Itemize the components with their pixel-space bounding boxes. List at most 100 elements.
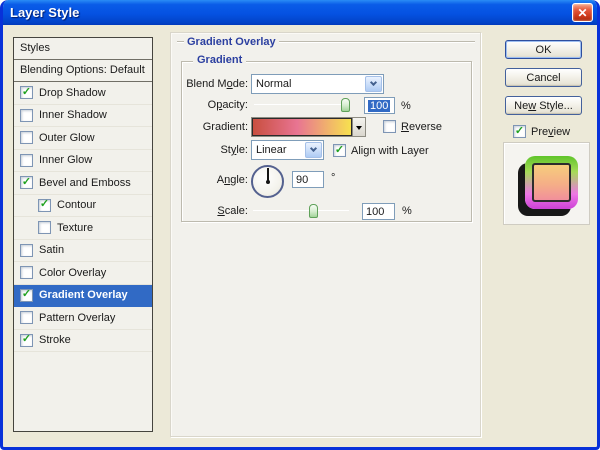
angle-hub — [266, 180, 270, 184]
gradient-label: Gradient: — [171, 121, 248, 133]
sidebar-item-label: Texture — [57, 222, 93, 234]
panel-title-row: Gradient Overlay — [177, 36, 475, 48]
style-preview-thumbnail — [503, 142, 590, 225]
opacity-slider-thumb[interactable] — [341, 98, 350, 112]
blend-mode-label: Blend Mode: — [171, 78, 248, 90]
sidebar-item-inner-glow[interactable]: Inner Glow — [14, 150, 152, 173]
preview-checkbox[interactable]: ✓ — [513, 125, 526, 138]
ok-button[interactable]: OK — [505, 40, 582, 59]
check-icon: ✓ — [22, 289, 31, 300]
style-label: Style: — [171, 144, 248, 156]
align-with-layer-checkbox[interactable]: ✓ — [333, 144, 346, 157]
scale-value: 100 — [366, 206, 384, 218]
opacity-unit: % — [401, 100, 411, 112]
close-button[interactable]: ✕ — [572, 3, 593, 22]
gradient-overlay-panel: Gradient Overlay Gradient Blend Mode: No… — [170, 32, 481, 437]
checkbox[interactable]: ✓ — [20, 176, 33, 189]
checkbox[interactable]: ✓ — [20, 86, 33, 99]
sidebar-item-label: Inner Glow — [39, 154, 92, 166]
blend-mode-select[interactable]: Normal — [251, 74, 384, 94]
check-icon: ✓ — [515, 126, 524, 137]
sidebar-item-label: Inner Shadow — [39, 109, 107, 121]
sidebar-item-outer-glow[interactable]: Outer Glow — [14, 127, 152, 150]
sidebar-item-drop-shadow[interactable]: ✓ Drop Shadow — [14, 82, 152, 105]
checkbox[interactable] — [20, 109, 33, 122]
opacity-label: Opacity: — [171, 99, 248, 111]
new-style-button[interactable]: New Style... — [505, 96, 582, 115]
checkbox[interactable] — [20, 244, 33, 257]
gradient-preview-fill — [532, 163, 571, 202]
angle-unit: ° — [331, 172, 335, 184]
scale-unit: % — [402, 205, 412, 217]
align-with-layer-row[interactable]: ✓ Align with Layer — [333, 144, 429, 157]
angle-dial[interactable] — [251, 165, 284, 198]
group-title: Gradient — [193, 54, 246, 66]
checkbox[interactable] — [20, 266, 33, 279]
blend-mode-value: Normal — [252, 78, 364, 90]
preview-checkbox-row[interactable]: ✓ Preview — [513, 125, 570, 138]
divider — [279, 41, 475, 43]
reverse-label: Reverse — [401, 121, 442, 133]
scale-input[interactable]: 100 — [362, 203, 395, 220]
cancel-button[interactable]: Cancel — [505, 68, 582, 87]
scale-slider[interactable] — [253, 204, 349, 218]
sidebar-item-contour[interactable]: ✓ Contour — [14, 195, 152, 218]
scale-slider-thumb[interactable] — [309, 204, 318, 218]
checkbox[interactable] — [20, 131, 33, 144]
opacity-value: 100 — [368, 100, 390, 112]
style-select[interactable]: Linear — [251, 140, 324, 160]
check-icon: ✓ — [335, 145, 344, 156]
checkbox[interactable]: ✓ — [20, 334, 33, 347]
check-icon: ✓ — [40, 199, 49, 210]
sidebar-item-styles[interactable]: Styles — [14, 38, 152, 60]
close-icon: ✕ — [577, 6, 587, 20]
sidebar-item-color-overlay[interactable]: Color Overlay — [14, 262, 152, 285]
sidebar-item-label: Contour — [57, 199, 96, 211]
panel-title: Gradient Overlay — [187, 36, 276, 48]
sidebar-item-label: Drop Shadow — [39, 87, 106, 99]
sidebar-item-label: Bevel and Emboss — [39, 177, 131, 189]
sidebar-item-satin[interactable]: Satin — [14, 240, 152, 263]
sidebar-item-label: Gradient Overlay — [39, 289, 128, 301]
angle-input[interactable]: 90 — [292, 171, 324, 188]
preview-label: Preview — [531, 126, 570, 138]
checkbox[interactable] — [38, 221, 51, 234]
sidebar-item-label: Outer Glow — [39, 132, 95, 144]
reverse-checkbox[interactable] — [383, 120, 396, 133]
gradient-picker[interactable] — [251, 117, 366, 137]
title-bar[interactable]: Layer Style ✕ — [3, 0, 597, 25]
sidebar-item-label: Stroke — [39, 334, 71, 346]
chevron-down-icon[interactable] — [365, 76, 382, 92]
checkbox[interactable]: ✓ — [38, 199, 51, 212]
sidebar-item-label: Color Overlay — [39, 267, 106, 279]
gradient-swatch[interactable] — [252, 118, 352, 136]
check-icon: ✓ — [22, 334, 31, 345]
sidebar-item-bevel-and-emboss[interactable]: ✓ Bevel and Emboss — [14, 172, 152, 195]
checkbox[interactable]: ✓ — [20, 289, 33, 302]
slider-track — [253, 210, 349, 211]
slider-track — [254, 104, 350, 105]
gradient-preview-art — [525, 156, 578, 209]
sidebar-item-gradient-overlay[interactable]: ✓ Gradient Overlay — [14, 285, 152, 308]
divider — [177, 41, 184, 43]
sidebar-item-pattern-overlay[interactable]: Pattern Overlay — [14, 307, 152, 330]
sidebar-item-stroke[interactable]: ✓ Stroke — [14, 330, 152, 353]
scale-label: Scale: — [171, 205, 248, 217]
chevron-down-icon[interactable] — [305, 142, 322, 158]
sidebar-item-texture[interactable]: Texture — [14, 217, 152, 240]
reverse-checkbox-row[interactable]: Reverse — [383, 120, 442, 133]
triangle-down-icon — [356, 126, 362, 133]
opacity-slider[interactable] — [254, 98, 350, 112]
angle-label: Angle: — [171, 174, 248, 186]
check-icon: ✓ — [22, 87, 31, 98]
checkbox[interactable] — [20, 311, 33, 324]
sidebar-item-blending-options[interactable]: Blending Options: Default — [14, 60, 152, 82]
checkbox[interactable] — [20, 154, 33, 167]
window-title: Layer Style — [10, 5, 572, 20]
style-value: Linear — [252, 144, 304, 156]
sidebar-item-label: Satin — [39, 244, 64, 256]
align-with-layer-label: Align with Layer — [351, 145, 429, 157]
gradient-dropdown-button[interactable] — [352, 118, 365, 136]
sidebar-item-inner-shadow[interactable]: Inner Shadow — [14, 105, 152, 128]
opacity-input[interactable]: 100 — [364, 97, 395, 114]
